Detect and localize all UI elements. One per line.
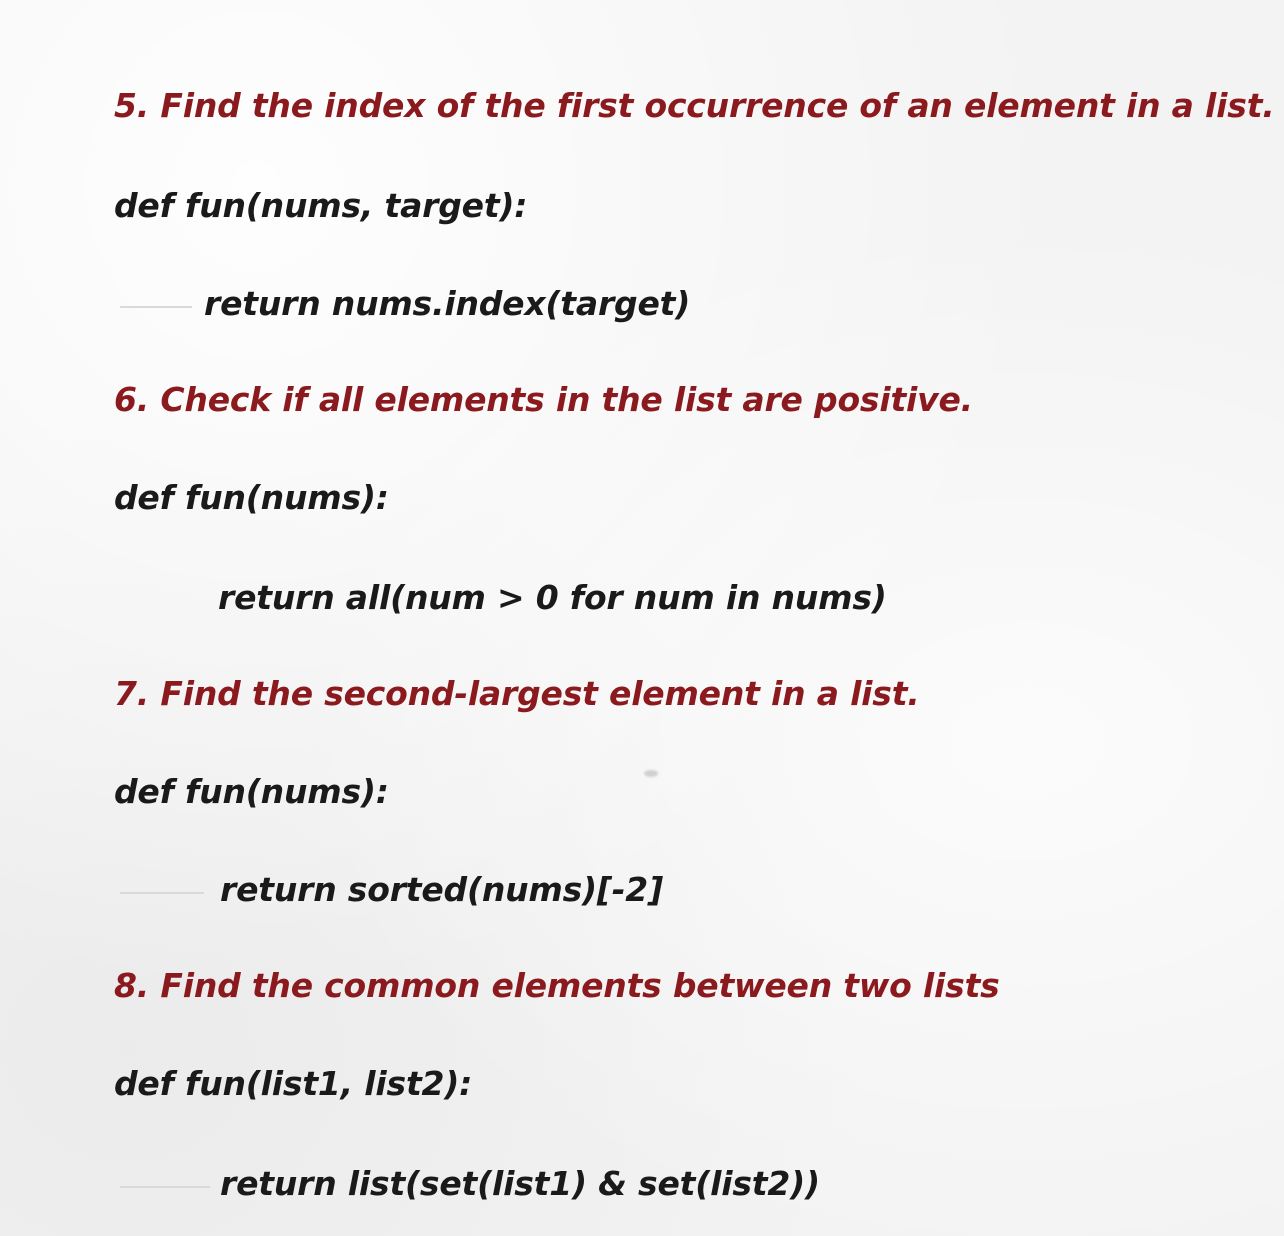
notes-page: 5. Find the index of the first occurrenc…	[0, 0, 1284, 1236]
indent-dash	[120, 892, 204, 894]
indent-dash	[120, 1186, 210, 1188]
section-5-return-line: return nums.index(target)	[204, 284, 691, 323]
section-8-return-line: return list(set(list1) & set(list2))	[220, 1164, 820, 1203]
section-7-heading: 7. Find the second-largest element in a …	[114, 674, 920, 713]
section-6-return-line: return all(num > 0 for num in nums)	[218, 578, 887, 617]
section-8-def-line: def fun(list1, list2):	[114, 1064, 473, 1103]
section-8-heading: 8. Find the common elements between two …	[114, 966, 1000, 1005]
paper-speck	[644, 770, 658, 777]
section-5-def-line: def fun(nums, target):	[114, 186, 528, 225]
section-7-def-line: def fun(nums):	[114, 772, 389, 811]
section-6-heading: 6. Check if all elements in the list are…	[114, 380, 973, 419]
section-7-return-line: return sorted(nums)[-2]	[220, 870, 663, 909]
indent-dash	[120, 306, 192, 308]
section-6-def-line: def fun(nums):	[114, 478, 389, 517]
section-5-heading: 5. Find the index of the first occurrenc…	[114, 86, 1275, 125]
